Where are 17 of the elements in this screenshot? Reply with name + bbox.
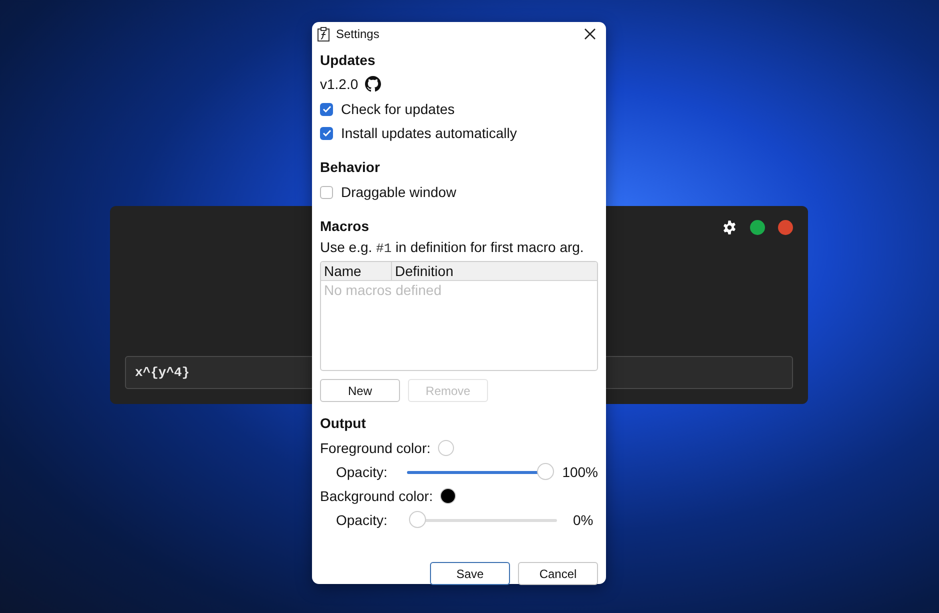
opacity-label: Opacity: [336, 464, 388, 480]
macro-hint: Use e.g. #1 in definition for first macro arg. [320, 239, 585, 256]
checkbox-label: Check for updates [341, 101, 455, 117]
opacity-value: 0% [573, 512, 594, 528]
window-title: Settings [336, 27, 380, 41]
opacity-value: 100% [562, 464, 598, 480]
opacity-label: Opacity: [336, 512, 388, 528]
section-heading: Macros [320, 218, 370, 234]
empty-message: No macros defined [323, 281, 443, 299]
section-heading: Output [320, 415, 367, 431]
color-label: Foreground color: [320, 440, 431, 456]
color-label: Background color: [320, 488, 433, 504]
checkbox-label: Draggable window [341, 184, 456, 200]
version-label: v1.2.0 [320, 76, 358, 92]
section-heading: Updates [320, 52, 376, 68]
section-heading: Behavior [320, 159, 381, 175]
checkbox-label: Install updates automatically [341, 125, 517, 141]
